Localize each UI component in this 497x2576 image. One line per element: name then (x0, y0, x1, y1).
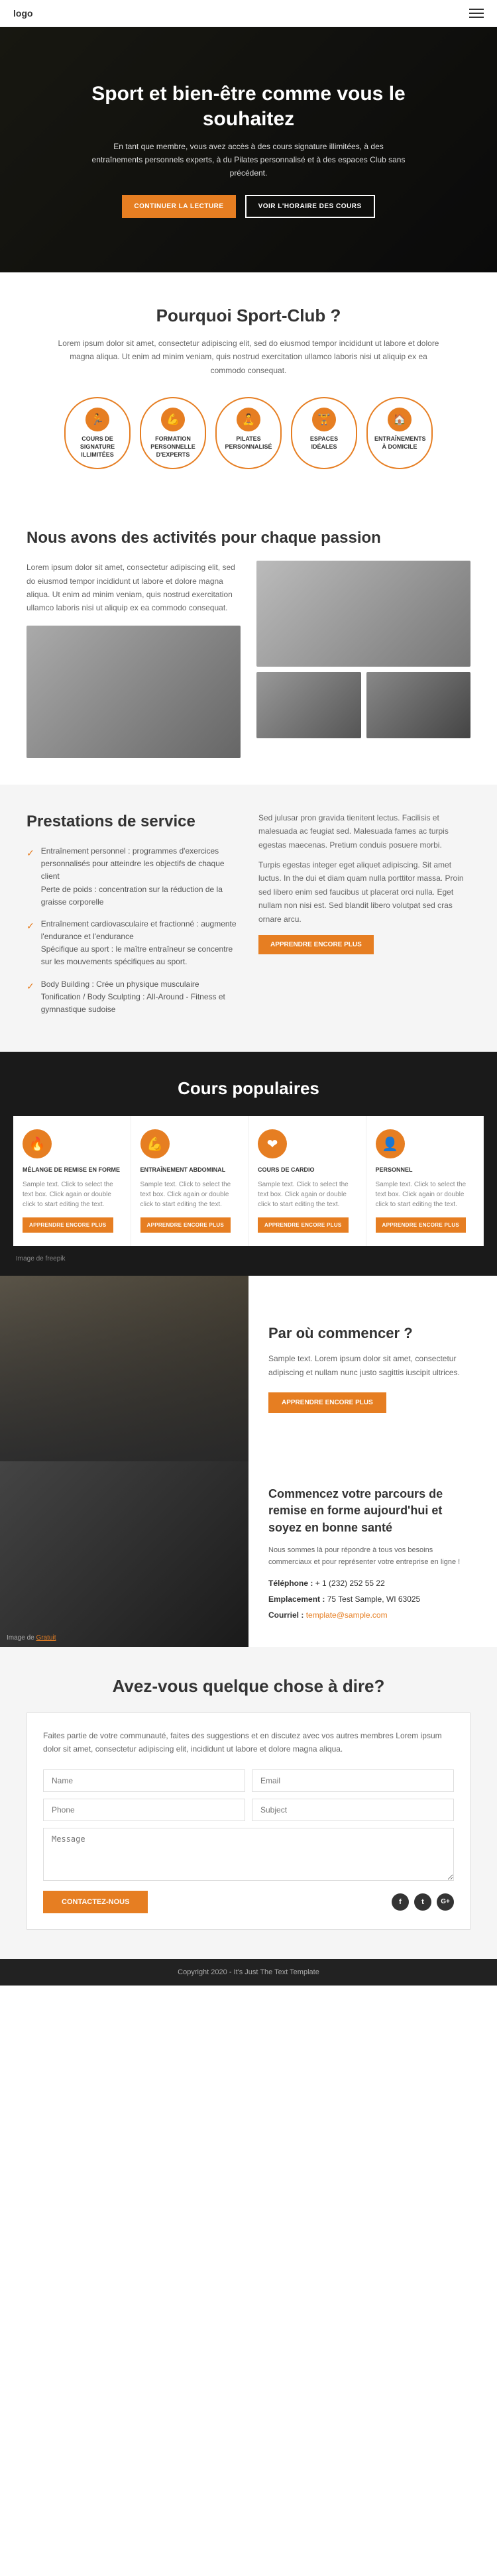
services-right-text-2: Turpis egestas integer eget aliquet adip… (258, 858, 470, 926)
activities-image-1 (256, 561, 470, 667)
footer-text: Copyright 2020 - It's Just The Text Temp… (178, 1968, 319, 1976)
course-btn-2[interactable]: APPRENDRE ENCORE PLUS (258, 1217, 349, 1233)
testimonials-title: Avez-vous quelque chose à dire? (27, 1676, 470, 1697)
hamburger-menu[interactable] (469, 9, 484, 18)
services-right-text-1: Sed julusar pron gravida tienitent lectu… (258, 811, 470, 852)
logo: logo (13, 8, 33, 19)
contact-form: CONTACTEZ-NOUS f t G+ (43, 1769, 454, 1913)
hero-primary-btn[interactable]: CONTINUER LA LECTURE (122, 195, 235, 218)
course-btn-3[interactable]: APPRENDRE ENCORE PLUS (376, 1217, 467, 1233)
courses-grid: 🔥 MÉLANGE DE REMISE EN FORME Sample text… (0, 1116, 497, 1246)
social-icons: f t G+ (392, 1893, 454, 1911)
services-section: Prestations de service ✓Entraînement per… (0, 785, 497, 1052)
activities-large-image (27, 626, 241, 758)
subject-input[interactable] (252, 1799, 454, 1821)
why-description: Lorem ipsum dolor sit amet, consectetur … (56, 337, 441, 377)
course-card-2: ❤ COURS DE CARDIO Sample text. Click to … (248, 1116, 366, 1246)
twitter-icon[interactable]: t (414, 1893, 431, 1911)
activities-image-2 (256, 672, 361, 738)
course-btn-1[interactable]: APPRENDRE ENCORE PLUS (140, 1217, 231, 1233)
course-card-3: 👤 PERSONNEL Sample text. Click to select… (366, 1116, 484, 1246)
activities-title: Nous avons des activités pour chaque pas… (27, 529, 470, 547)
services-learn-btn[interactable]: APPRENDRE ENCORE PLUS (258, 935, 374, 954)
message-textarea[interactable] (43, 1828, 454, 1881)
why-section: Pourquoi Sport-Club ? Lorem ipsum dolor … (0, 272, 497, 502)
why-icon-item-3[interactable]: 🏋ESPACES IDÉALES (291, 397, 357, 469)
why-icon-item-2[interactable]: 🧘PILATES PERSONNALISÉ (215, 397, 282, 469)
contact-text: Nous sommes là pour répondre à tous vos … (268, 1544, 477, 1568)
service-item-1: ✓Entraînement cardiovasculaire et fracti… (27, 918, 239, 969)
why-icon-item-1[interactable]: 💪FORMATION PERSONNELLE D'EXPERTS (140, 397, 206, 469)
testimonials-box: Faites partie de votre communauté, faite… (27, 1712, 470, 1930)
activities-image-3 (366, 672, 471, 738)
image-credit-2: Image de Gratuit (7, 1634, 56, 1642)
courses-section: Cours populaires 🔥 MÉLANGE DE REMISE EN … (0, 1052, 497, 1276)
email-input[interactable] (252, 1769, 454, 1792)
hero-section: Sport et bien-être comme vous le souhait… (0, 27, 497, 272)
contact-phone: Téléphone : + 1 (232) 252 55 22 (268, 1577, 477, 1590)
start-text: Sample text. Lorem ipsum dolor sit amet,… (268, 1352, 477, 1379)
course-card-0: 🔥 MÉLANGE DE REMISE EN FORME Sample text… (13, 1116, 131, 1246)
services-title: Prestations de service (27, 811, 239, 832)
why-icons: 🏃COURS DE SIGNATURE ILLIMITÉES💪FORMATION… (40, 397, 457, 469)
footer: Copyright 2020 - It's Just The Text Temp… (0, 1959, 497, 1986)
contact-location: Emplacement : 75 Test Sample, WI 63025 (268, 1593, 477, 1606)
course-card-1: 💪 ENTRAÎNEMENT ABDOMINAL Sample text. Cl… (131, 1116, 249, 1246)
service-item-2: ✓Body Building : Crée un physique muscul… (27, 978, 239, 1017)
service-item-0: ✓Entraînement personnel : programmes d'e… (27, 845, 239, 909)
contact-image: Image de Gratuit (0, 1461, 248, 1647)
start-title: Par où commencer ? (268, 1324, 477, 1343)
googleplus-icon[interactable]: G+ (437, 1893, 454, 1911)
start-btn[interactable]: APPRENDRE ENCORE PLUS (268, 1392, 386, 1413)
header: logo (0, 0, 497, 27)
contact-title: Commencez votre parcours de remise en fo… (268, 1486, 477, 1536)
services-list: ✓Entraînement personnel : programmes d'e… (27, 845, 239, 1016)
contact-content: Commencez votre parcours de remise en fo… (248, 1461, 497, 1647)
courses-title: Cours populaires (0, 1078, 497, 1099)
contact-info-section: Image de Gratuit Commencez votre parcour… (0, 1461, 497, 1647)
phone-input[interactable] (43, 1799, 245, 1821)
why-icon-item-4[interactable]: 🏠ENTRAÎNEMENTS À DOMICILE (366, 397, 433, 469)
start-section: Par où commencer ? Sample text. Lorem ip… (0, 1276, 497, 1461)
image-credit: Image de freepik (0, 1255, 497, 1262)
hero-buttons: CONTINUER LA LECTURE VOIR L'HORAIRE DES … (122, 195, 374, 218)
why-icon-item-0[interactable]: 🏃COURS DE SIGNATURE ILLIMITÉES (64, 397, 131, 469)
contact-email: Courriel : template@sample.com (268, 1609, 477, 1622)
hero-title: Sport et bien-être comme vous le souhait… (83, 82, 414, 131)
hero-description: En tant que membre, vous avez accès à de… (89, 140, 408, 180)
activities-text: Lorem ipsum dolor sit amet, consectetur … (27, 561, 241, 615)
testimonials-section: Avez-vous quelque chose à dire? Faites p… (0, 1647, 497, 1959)
start-image (0, 1276, 248, 1461)
start-content: Par où commencer ? Sample text. Lorem ip… (248, 1276, 497, 1461)
why-title: Pourquoi Sport-Club ? (40, 306, 457, 326)
submit-btn[interactable]: CONTACTEZ-NOUS (43, 1891, 148, 1913)
name-input[interactable] (43, 1769, 245, 1792)
hero-outline-btn[interactable]: VOIR L'HORAIRE DES COURS (245, 195, 375, 218)
activities-section: Nous avons des activités pour chaque pas… (0, 502, 497, 785)
testimonial-text: Faites partie de votre communauté, faite… (43, 1729, 454, 1756)
course-btn-0[interactable]: APPRENDRE ENCORE PLUS (23, 1217, 113, 1233)
facebook-icon[interactable]: f (392, 1893, 409, 1911)
